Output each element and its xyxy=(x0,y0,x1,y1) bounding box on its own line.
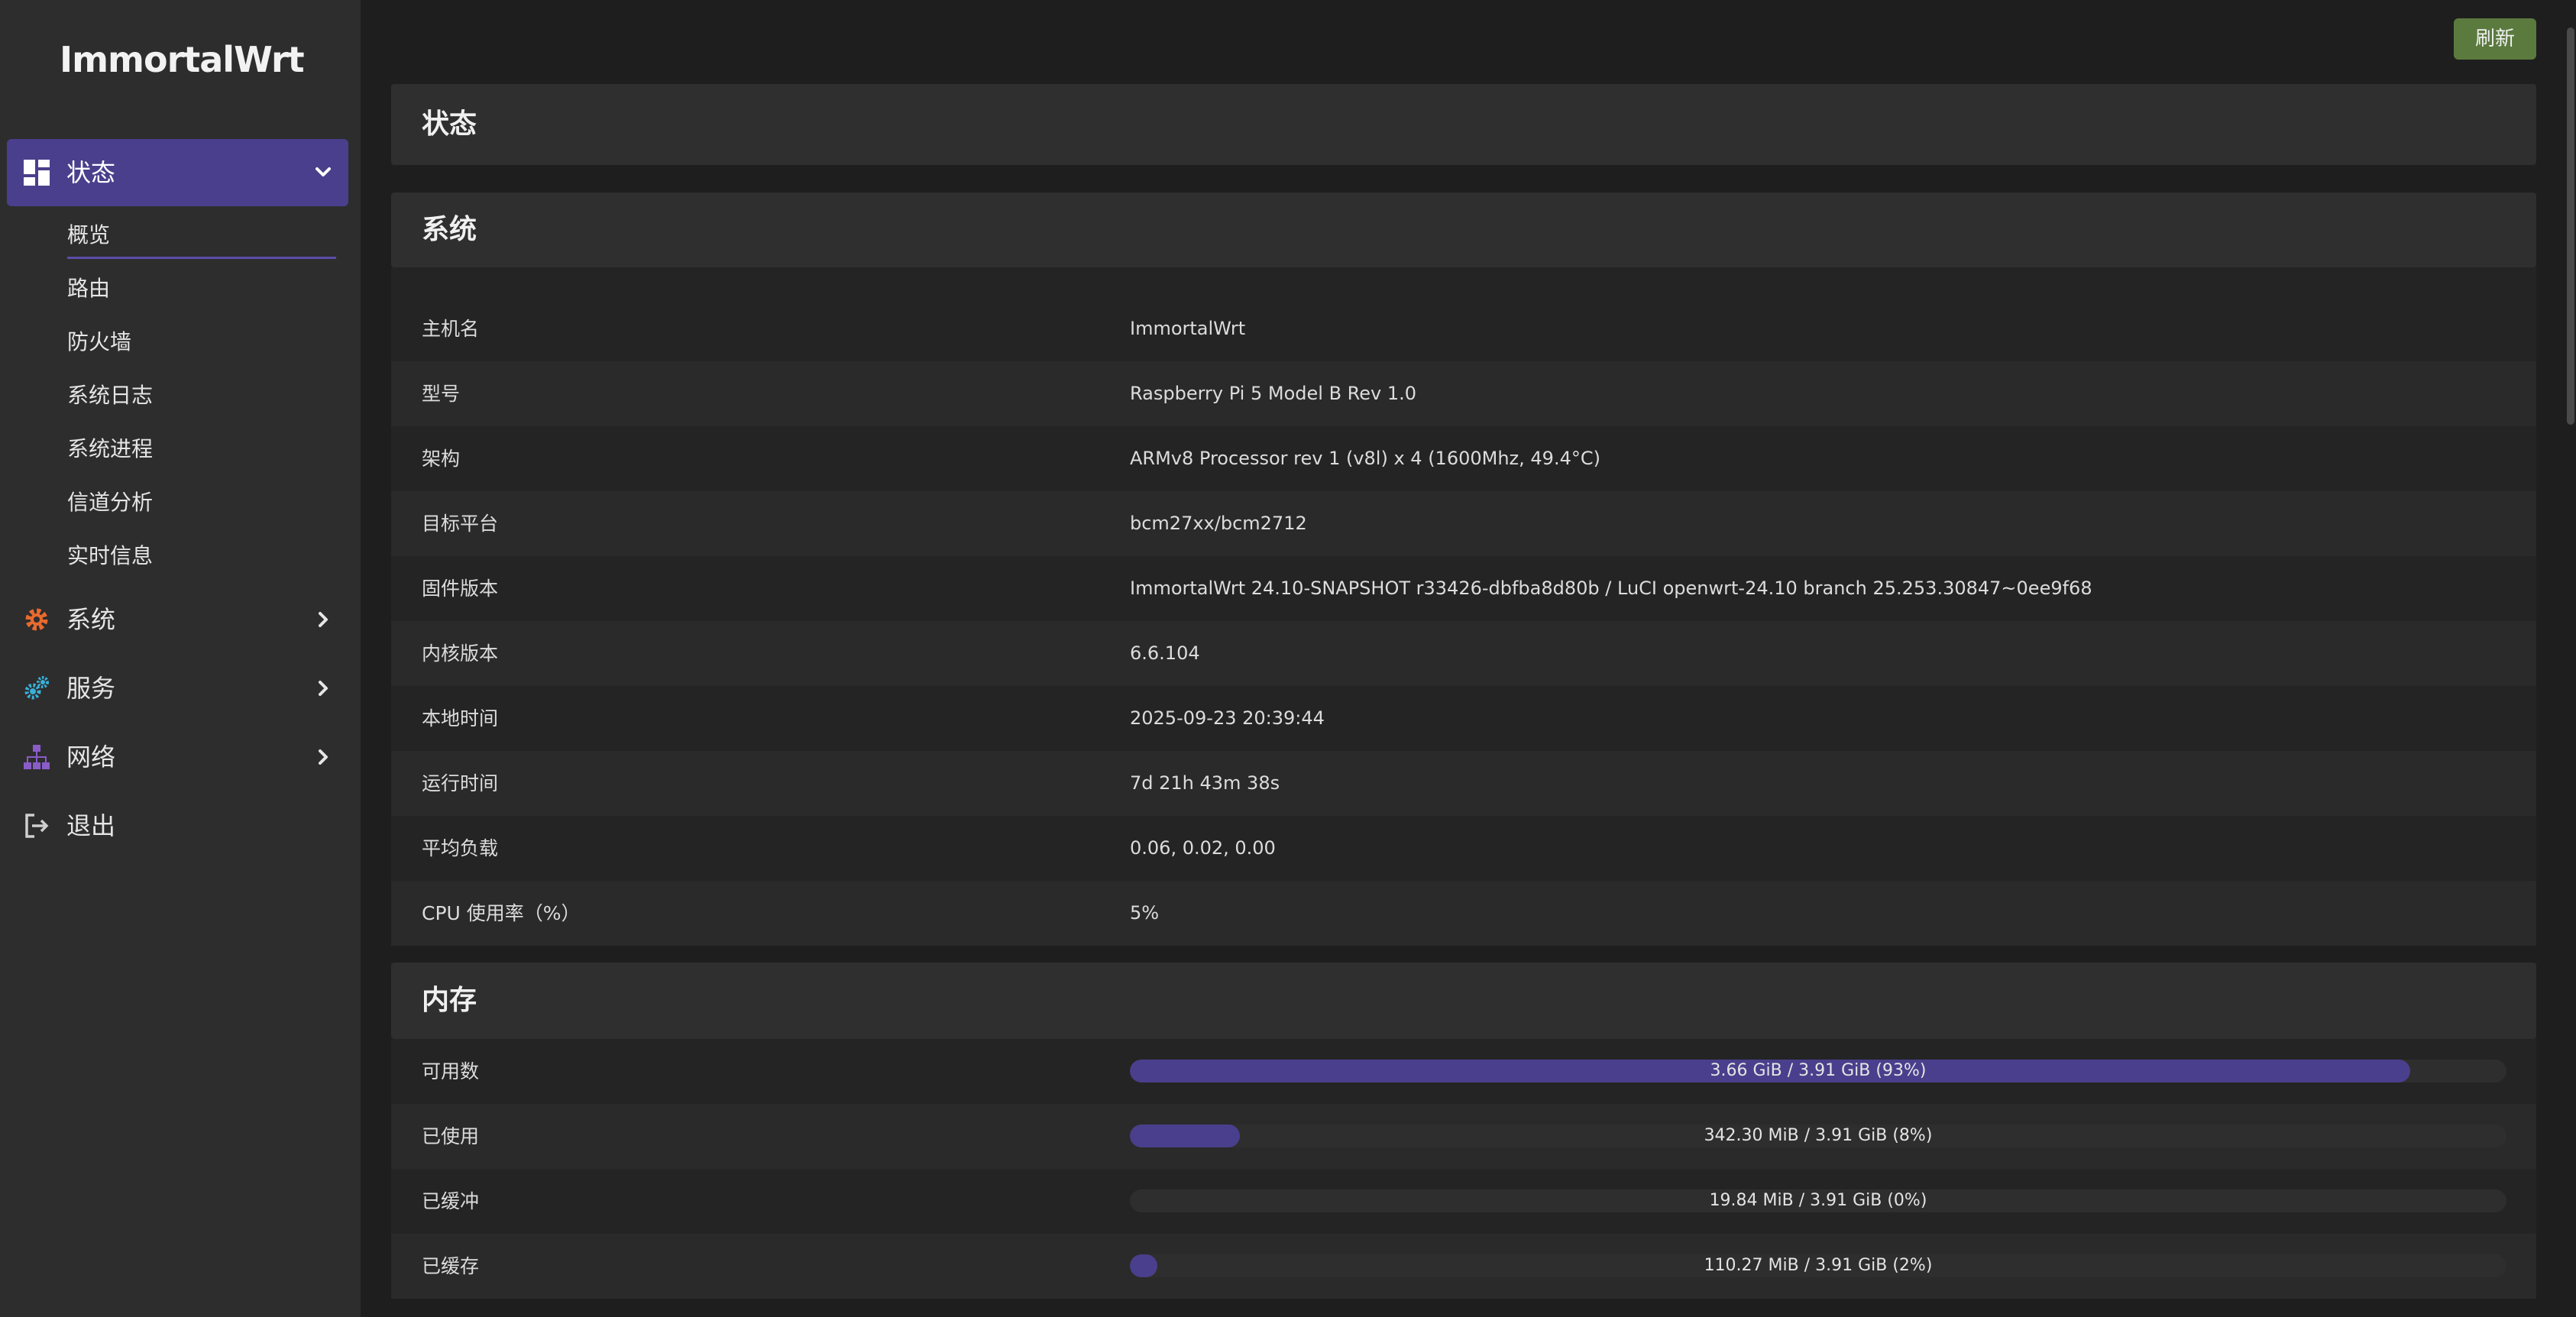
table-row: 已缓冲 19.84 MiB / 3.91 GiB (0%) xyxy=(391,1169,2536,1234)
row-key: 已缓存 xyxy=(422,1255,480,1277)
sidebar-item-label: 网络 xyxy=(66,743,116,772)
table-row: 本地时间 2025-09-23 20:39:44 xyxy=(391,686,2536,751)
progress-text: 19.84 MiB / 3.91 GiB (0%) xyxy=(1709,1191,1927,1210)
logo[interactable]: ImmortalWrt xyxy=(60,35,305,84)
submenu-item-firewall[interactable]: 防火墙 xyxy=(67,327,131,358)
row-key: 已使用 xyxy=(422,1125,480,1147)
row-value: bcm27xx/bcm2712 xyxy=(1130,513,1307,534)
table-row: 型号 Raspberry Pi 5 Model B Rev 1.0 xyxy=(391,361,2536,426)
sidebar: ImmortalWrt 状态 概览 路由 防火墙 系统日志 系统进程 信道分析 … xyxy=(0,0,361,1317)
table-row: CPU 使用率（%） 5% xyxy=(391,881,2536,946)
submenu-item-routes[interactable]: 路由 xyxy=(67,273,110,304)
sidebar-item-network[interactable]: 网络 xyxy=(7,730,348,784)
chevron-right-icon xyxy=(319,612,328,627)
sidebar-item-label: 服务 xyxy=(66,674,116,703)
row-key: 架构 xyxy=(422,448,461,470)
sidebar-item-system[interactable]: 系统 xyxy=(7,593,348,646)
progress-text: 342.30 MiB / 3.91 GiB (8%) xyxy=(1704,1126,1933,1145)
table-row: 可用数 3.66 GiB / 3.91 GiB (93%) xyxy=(391,1039,2536,1104)
progress-bar: 342.30 MiB / 3.91 GiB (8%) xyxy=(1130,1124,2506,1147)
row-value: 6.6.104 xyxy=(1130,642,1200,664)
row-key: 型号 xyxy=(422,383,461,405)
progress-text: 110.27 MiB / 3.91 GiB (2%) xyxy=(1704,1256,1933,1275)
progress-bar: 3.66 GiB / 3.91 GiB (93%) xyxy=(1130,1060,2506,1082)
table-row: 平均负载 0.06, 0.02, 0.00 xyxy=(391,816,2536,881)
dashboard-icon xyxy=(24,160,50,186)
row-value: 7d 21h 43m 38s xyxy=(1130,772,1280,794)
submenu-item-overview[interactable]: 概览 xyxy=(67,220,110,251)
table-row: 内核版本 6.6.104 xyxy=(391,621,2536,686)
row-key: CPU 使用率（%） xyxy=(422,902,581,924)
progress-bar: 19.84 MiB / 3.91 GiB (0%) xyxy=(1130,1189,2506,1212)
page-title: 状态 xyxy=(391,84,2536,165)
progress-text: 3.66 GiB / 3.91 GiB (93%) xyxy=(1710,1061,1927,1080)
chevron-right-icon xyxy=(319,681,328,696)
submenu-item-processes[interactable]: 系统进程 xyxy=(67,434,153,464)
network-icon xyxy=(24,745,50,769)
table-row: 已缓存 110.27 MiB / 3.91 GiB (2%) xyxy=(391,1234,2536,1299)
row-value: ImmortalWrt 24.10-SNAPSHOT r33426-dbfba8… xyxy=(1130,578,2092,599)
submenu-item-realtime[interactable]: 实时信息 xyxy=(67,541,153,571)
progress-bar: 110.27 MiB / 3.91 GiB (2%) xyxy=(1130,1254,2506,1277)
sidebar-item-services[interactable]: 服务 xyxy=(7,662,348,715)
row-key: 平均负载 xyxy=(422,837,499,859)
row-key: 内核版本 xyxy=(422,642,499,665)
sidebar-item-logout[interactable]: 退出 xyxy=(7,799,348,853)
table-row: 架构 ARMv8 Processor rev 1 (v8l) x 4 (1600… xyxy=(391,426,2536,491)
row-key: 可用数 xyxy=(422,1060,480,1082)
table-row: 主机名 ImmortalWrt xyxy=(391,296,2536,361)
row-key: 目标平台 xyxy=(422,513,499,535)
sidebar-item-label: 状态 xyxy=(66,158,116,187)
gear-icon xyxy=(25,608,48,631)
refresh-button[interactable]: 刷新 xyxy=(2454,18,2536,60)
row-value: ImmortalWrt xyxy=(1130,318,1246,339)
row-key: 固件版本 xyxy=(422,578,499,600)
row-value: 2025-09-23 20:39:44 xyxy=(1130,707,1325,729)
table-row: 运行时间 7d 21h 43m 38s xyxy=(391,751,2536,816)
table-row: 固件版本 ImmortalWrt 24.10-SNAPSHOT r33426-d… xyxy=(391,556,2536,621)
submenu-item-channel-analysis[interactable]: 信道分析 xyxy=(67,487,153,518)
row-value: Raspberry Pi 5 Model B Rev 1.0 xyxy=(1130,383,1417,404)
sidebar-item-label: 退出 xyxy=(66,811,116,840)
sidebar-item-status[interactable]: 状态 xyxy=(7,139,348,206)
row-key: 已缓冲 xyxy=(422,1190,480,1212)
active-submenu-indicator xyxy=(67,257,336,259)
row-value: ARMv8 Processor rev 1 (v8l) x 4 (1600Mhz… xyxy=(1130,448,1600,469)
row-key: 本地时间 xyxy=(422,707,499,730)
table-row: 目标平台 bcm27xx/bcm2712 xyxy=(391,491,2536,556)
row-value: 5% xyxy=(1130,902,1160,924)
memory-section-title: 内存 xyxy=(391,963,2536,1039)
logout-icon xyxy=(25,814,49,838)
table-row: 已使用 342.30 MiB / 3.91 GiB (8%) xyxy=(391,1104,2536,1169)
submenu-item-system-log[interactable]: 系统日志 xyxy=(67,380,153,411)
row-value: 0.06, 0.02, 0.00 xyxy=(1130,837,1276,859)
chevron-right-icon xyxy=(319,749,328,765)
memory-table: 可用数 3.66 GiB / 3.91 GiB (93%) 已使用 342.30… xyxy=(391,1039,2536,1299)
row-key: 主机名 xyxy=(422,318,480,340)
chevron-down-icon xyxy=(316,167,331,176)
system-section-title: 系统 xyxy=(391,193,2536,267)
row-key: 运行时间 xyxy=(422,772,499,794)
system-table: 主机名 ImmortalWrt 型号 Raspberry Pi 5 Model … xyxy=(391,267,2536,946)
scrollbar-thumb[interactable] xyxy=(2567,28,2574,425)
services-icon xyxy=(24,676,49,700)
sidebar-item-label: 系统 xyxy=(66,605,116,634)
